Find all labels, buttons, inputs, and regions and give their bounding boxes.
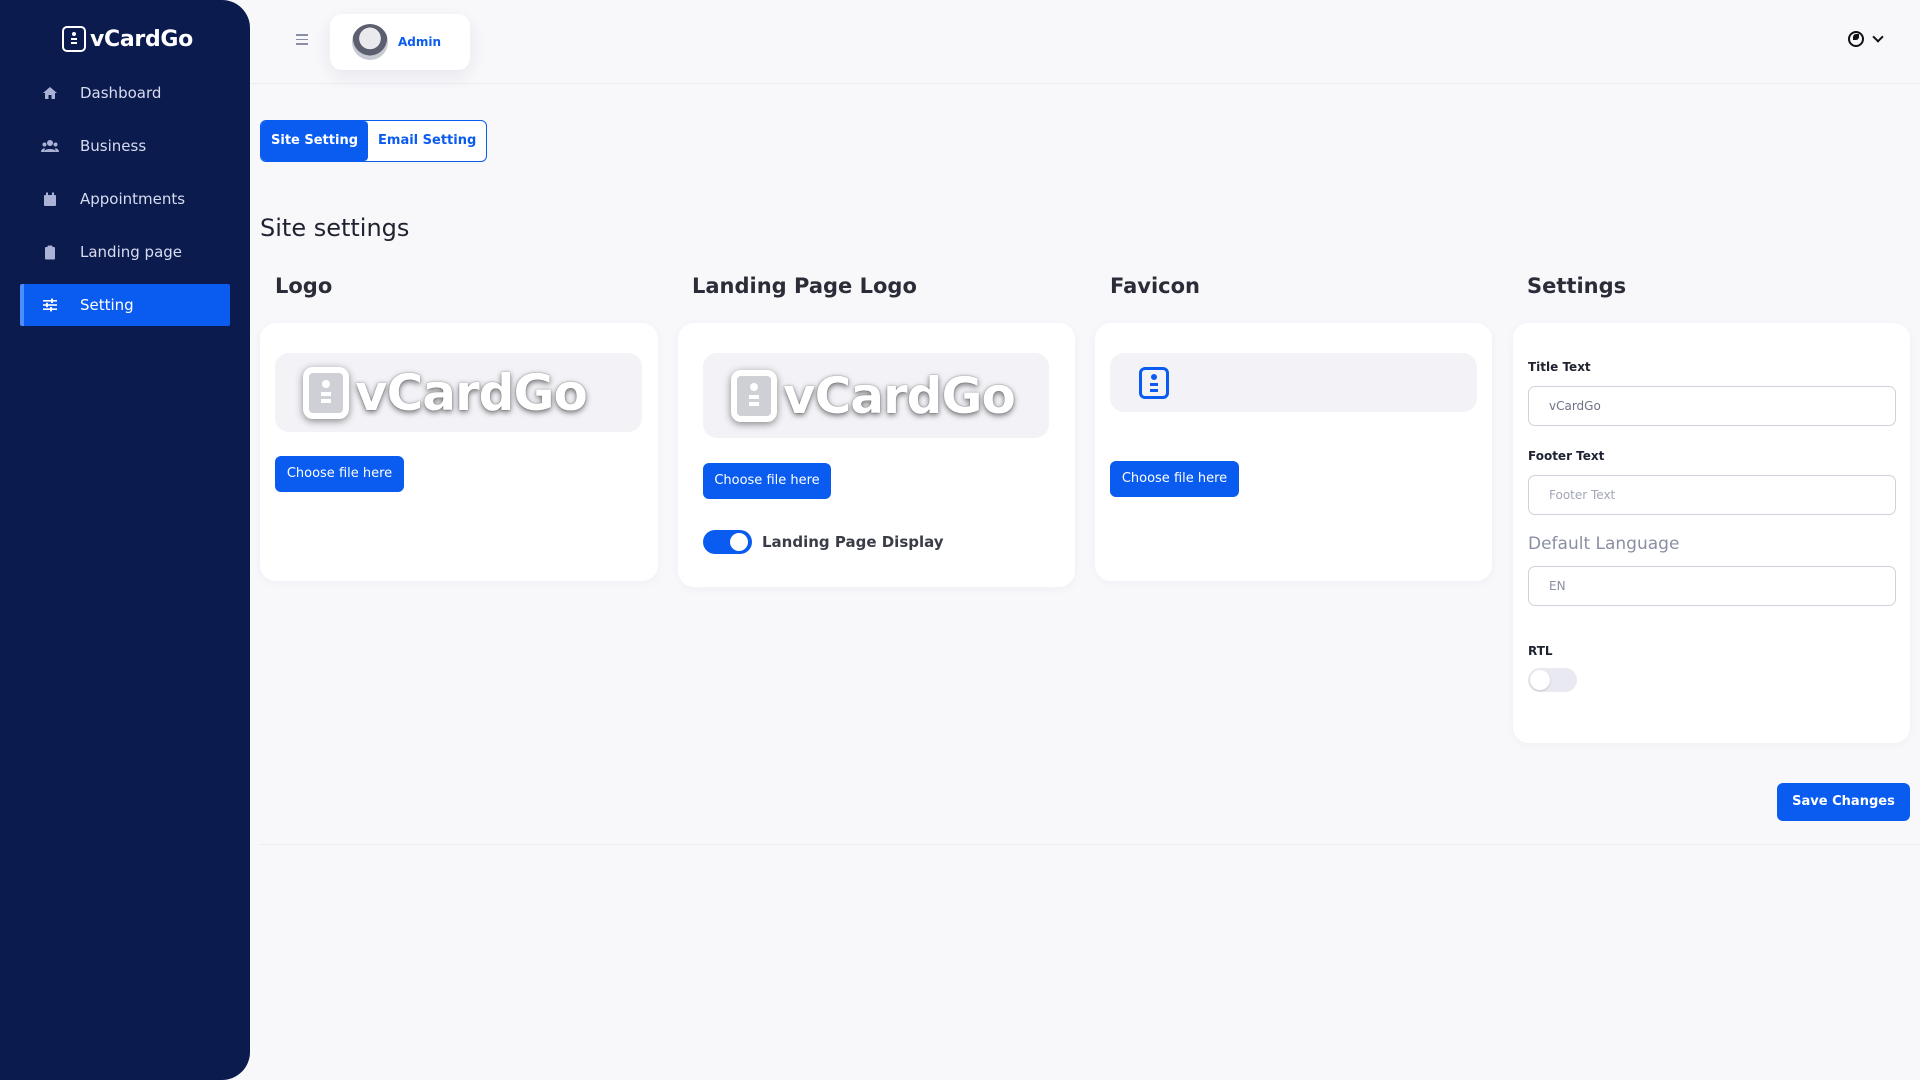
logo-card: vCardGo Choose file here — [260, 323, 658, 581]
logo-image: vCardGo — [303, 363, 588, 422]
landing-logo-card: vCardGo Choose file here Landing Page Di… — [678, 323, 1075, 587]
sidebar-item-label: Business — [80, 137, 147, 155]
menu-toggle-icon[interactable] — [296, 34, 308, 45]
clipboard-icon — [40, 245, 60, 260]
tab-site-setting[interactable]: Site Setting — [261, 121, 369, 161]
logo-text: vCardGo — [355, 363, 588, 422]
settings-section-title: Settings — [1527, 274, 1627, 298]
logo-preview: vCardGo — [275, 353, 642, 432]
calendar-icon — [40, 192, 60, 207]
rtl-toggle[interactable] — [1528, 668, 1577, 692]
sidebar-item-label: Appointments — [80, 190, 186, 208]
sidebar-item-label: Setting — [80, 296, 134, 314]
landing-page-display-toggle[interactable] — [703, 530, 752, 554]
chevron-down-icon — [1872, 31, 1884, 43]
favicon-section-title: Favicon — [1110, 274, 1200, 298]
sliders-icon — [40, 298, 60, 312]
landing-logo-image: vCardGo — [731, 366, 1016, 425]
favicon-card: Choose file here — [1095, 323, 1492, 581]
footer-text-label: Footer Text — [1528, 449, 1605, 463]
favicon-preview — [1110, 353, 1477, 412]
logo-choose-file-button[interactable]: Choose file here — [275, 456, 404, 492]
default-language-label: Default Language — [1528, 534, 1680, 554]
brand-name: vCardGo — [90, 26, 194, 52]
sidebar-item-label: Dashboard — [80, 84, 162, 102]
save-changes-button[interactable]: Save Changes — [1777, 783, 1910, 821]
landing-logo-text: vCardGo — [783, 366, 1016, 425]
globe-icon — [1848, 31, 1864, 47]
settings-tabs: Site Setting Email Setting — [260, 120, 488, 162]
sidebar-item-label: Landing page — [80, 243, 183, 261]
title-text-input[interactable]: vCardGo — [1528, 386, 1896, 426]
brand-logo[interactable]: vCardGo — [62, 26, 193, 52]
footer-text-input[interactable]: Footer Text — [1528, 475, 1896, 515]
vcard-logo-icon — [303, 366, 349, 419]
logo-section-title: Logo — [275, 274, 333, 298]
page-title: Site settings — [260, 214, 410, 242]
users-icon — [40, 139, 60, 153]
favicon-image-icon — [1139, 366, 1169, 399]
avatar — [352, 24, 388, 60]
sidebar-item-dashboard[interactable]: Dashboard — [20, 72, 230, 114]
sidebar-item-setting[interactable]: Setting — [20, 284, 230, 326]
home-icon — [40, 86, 60, 100]
title-text-label: Title Text — [1528, 360, 1591, 374]
language-switcher[interactable] — [1848, 31, 1884, 47]
vcard-logo-icon — [62, 26, 86, 52]
landing-logo-section-title: Landing Page Logo — [692, 274, 917, 298]
default-language-select[interactable]: EN — [1528, 566, 1896, 606]
tab-email-setting[interactable]: Email Setting — [368, 121, 486, 161]
vcard-logo-icon — [731, 369, 777, 422]
sidebar-item-appointments[interactable]: Appointments — [20, 178, 230, 220]
user-menu[interactable]: Admin — [330, 14, 470, 70]
user-name: Admin — [398, 35, 442, 49]
settings-card: Title Text vCardGo Footer Text Footer Te… — [1513, 323, 1910, 743]
sidebar-nav: Dashboard Business Appointments Landing … — [20, 72, 230, 337]
landing-logo-preview: vCardGo — [703, 353, 1049, 438]
sidebar: vCardGo Dashboard Business Appointments … — [0, 0, 250, 1080]
rtl-label: RTL — [1528, 644, 1553, 658]
divider — [260, 844, 1920, 845]
topbar: Admin — [250, 0, 1920, 84]
sidebar-item-business[interactable]: Business — [20, 125, 230, 167]
landing-logo-choose-file-button[interactable]: Choose file here — [703, 463, 831, 499]
sidebar-item-landing-page[interactable]: Landing page — [20, 231, 230, 273]
favicon-choose-file-button[interactable]: Choose file here — [1110, 461, 1239, 497]
landing-page-display-label: Landing Page Display — [762, 533, 944, 551]
